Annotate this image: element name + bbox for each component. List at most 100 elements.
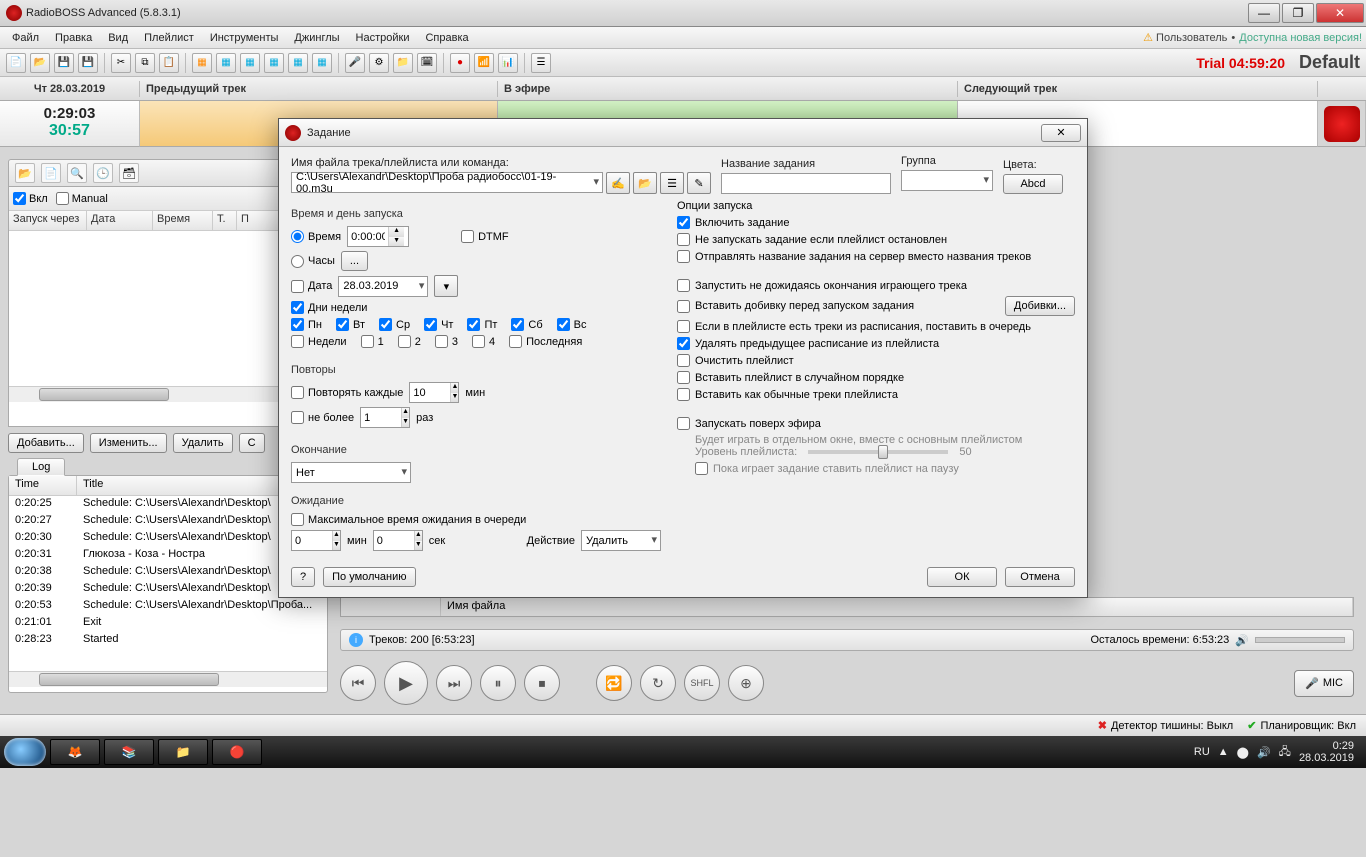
week-1[interactable]: 1 [361,335,384,348]
delete-button[interactable]: Удалить [173,433,233,453]
opt-no-run-stopped[interactable]: Не запускать задание если плейлист остан… [677,233,1075,246]
opt-insert-filler[interactable]: Вставить добивку перед запуском задания … [677,296,1075,316]
list-button[interactable]: ☰ [660,172,684,194]
mic-button[interactable]: 🎤 MIC [1294,670,1354,697]
tray-network-icon[interactable]: 🖧 [1279,743,1291,762]
tool-grid5-icon[interactable]: ▦ [288,53,308,73]
task-radioboss-icon[interactable]: 🔴 [212,739,262,765]
wand-button[interactable]: ✍ [606,172,630,194]
tool-stats-icon[interactable]: 📊 [498,53,518,73]
play-button[interactable]: ▶ [384,661,428,705]
menu-view[interactable]: Вид [100,30,136,46]
tool-grid1-icon[interactable]: ▦ [192,53,212,73]
repeat-max-spinner[interactable]: ▲▼ [360,407,410,428]
log-tab[interactable]: Log [17,458,65,476]
tool-saveas-icon[interactable]: 💾 [78,53,98,73]
tab-clock-icon[interactable]: 🕒 [93,163,113,183]
task-winrar-icon[interactable]: 📚 [104,739,154,765]
taskname-input[interactable] [721,173,891,194]
tool-paste-icon[interactable]: 📋 [159,53,179,73]
overlay-level-slider[interactable] [808,450,948,454]
date-dropdown-button[interactable]: ▾ [434,275,458,297]
repeat-value-spinner[interactable]: ▲▼ [409,382,459,403]
profile-name[interactable]: Default [1299,52,1360,73]
tool-new-icon[interactable]: 📄 [6,53,26,73]
path-combo[interactable]: C:\Users\Alexandr\Desktop\Проба радиобос… [291,172,603,193]
add-button[interactable]: Добавить... [8,433,84,453]
colors-button[interactable]: Abcd [1003,174,1063,194]
day-thu[interactable]: Чт [424,318,453,331]
tool-grid2-icon[interactable]: ▦ [216,53,236,73]
close-button[interactable]: ✕ [1316,3,1364,23]
tool-grid6-icon[interactable]: ▦ [312,53,332,73]
wait-max-checkbox[interactable]: Максимальное время ожидания в очереди [291,513,526,526]
new-version-link[interactable]: Доступна новая версия! [1239,32,1362,44]
date-checkbox[interactable]: Дата [291,280,332,293]
menu-playlist[interactable]: Плейлист [136,30,202,46]
tool-save-icon[interactable]: 💾 [54,53,74,73]
dialog-close-button[interactable]: ✕ [1041,124,1081,142]
defaults-button[interactable]: По умолчанию [323,567,415,587]
dtmf-checkbox[interactable]: DTMF [461,230,509,243]
day-sat[interactable]: Сб [511,318,542,331]
opt-clear-playlist[interactable]: Очистить плейлист [677,354,1075,367]
week-3[interactable]: 3 [435,335,458,348]
loop-button[interactable]: ↻ [640,665,676,701]
log-row[interactable]: 0:28:23Started [9,632,327,649]
end-combo[interactable]: Нет [291,462,411,483]
tool-broadcast-icon[interactable]: 📶 [474,53,494,73]
browse-button[interactable]: 📂 [633,172,657,194]
prev-button[interactable]: ⏮ [340,665,376,701]
action-combo[interactable]: Удалить [581,530,661,551]
tool-open-icon[interactable]: 📂 [30,53,50,73]
manual-checkbox[interactable]: Manual [56,192,108,205]
repeat-max-checkbox[interactable]: не более [291,411,354,424]
menu-settings[interactable]: Настройки [348,30,418,46]
ok-button[interactable]: ОК [927,567,997,587]
stop-button[interactable]: ⏹ [524,665,560,701]
day-tue[interactable]: Вт [336,318,365,331]
group-combo[interactable] [901,170,993,191]
tool-mic-icon[interactable]: 🎤 [345,53,365,73]
opt-regular-tracks[interactable]: Вставить как обычные треки плейлиста [677,388,1075,401]
week-2[interactable]: 2 [398,335,421,348]
hours-radio[interactable]: Часы [291,255,335,268]
opt-send-taskname[interactable]: Отправлять название задания на сервер вм… [677,250,1075,263]
opt-run-immediate[interactable]: Запустить не дожидаясь окончания играюще… [677,279,1075,292]
menu-tools[interactable]: Инструменты [202,30,287,46]
tab-doc-icon[interactable]: 📄 [41,163,61,183]
opt-queue-if-sched[interactable]: Если в плейлисте есть треки из расписани… [677,320,1075,333]
minimize-button[interactable]: — [1248,3,1280,23]
enable-checkbox[interactable]: Вкл [13,192,48,205]
tab-open-icon[interactable]: 📂 [15,163,35,183]
day-fri[interactable]: Пт [467,318,497,331]
start-button[interactable] [4,738,46,766]
day-mon[interactable]: Пн [291,318,322,331]
weeks-checkbox[interactable]: Недели [291,335,347,348]
volume-slider[interactable] [1255,637,1345,643]
tray-action-icon[interactable]: ⬤ [1237,746,1249,759]
volume-icon[interactable]: 🔊 [1235,634,1249,647]
tool-grid3-icon[interactable]: ▦ [240,53,260,73]
tray-volume-icon[interactable]: 🔊 [1257,746,1271,759]
edit-button[interactable]: Изменить... [90,433,167,453]
fillers-button[interactable]: Добивки... [1005,296,1075,316]
menu-jingles[interactable]: Джинглы [286,30,347,46]
opt-pause-playlist[interactable]: Пока играет задание ставить плейлист на … [695,462,1075,475]
speaker-icon[interactable] [1324,106,1360,142]
tab-db-icon[interactable]: 🗃 [119,163,139,183]
log-col-time[interactable]: Time [9,476,77,495]
repeat-every-checkbox[interactable]: Повторять каждые [291,386,403,399]
log-row[interactable]: 0:21:01Exit [9,615,327,632]
menu-help[interactable]: Справка [417,30,476,46]
col-t[interactable]: Т. [213,211,237,230]
time-spinner[interactable]: ▲▼ [347,226,409,247]
tray-clock[interactable]: 0:2928.03.2019 [1299,740,1354,764]
col-date[interactable]: Дата [87,211,153,230]
task-explorer-icon[interactable]: 📁 [158,739,208,765]
menu-edit[interactable]: Правка [47,30,100,46]
tool-folder-icon[interactable]: 📁 [393,53,413,73]
tool-gear-icon[interactable]: ⚙ [369,53,389,73]
weekdays-checkbox[interactable]: Дни недели [291,301,367,314]
playlist-col-filename[interactable]: Имя файла [441,598,1353,616]
